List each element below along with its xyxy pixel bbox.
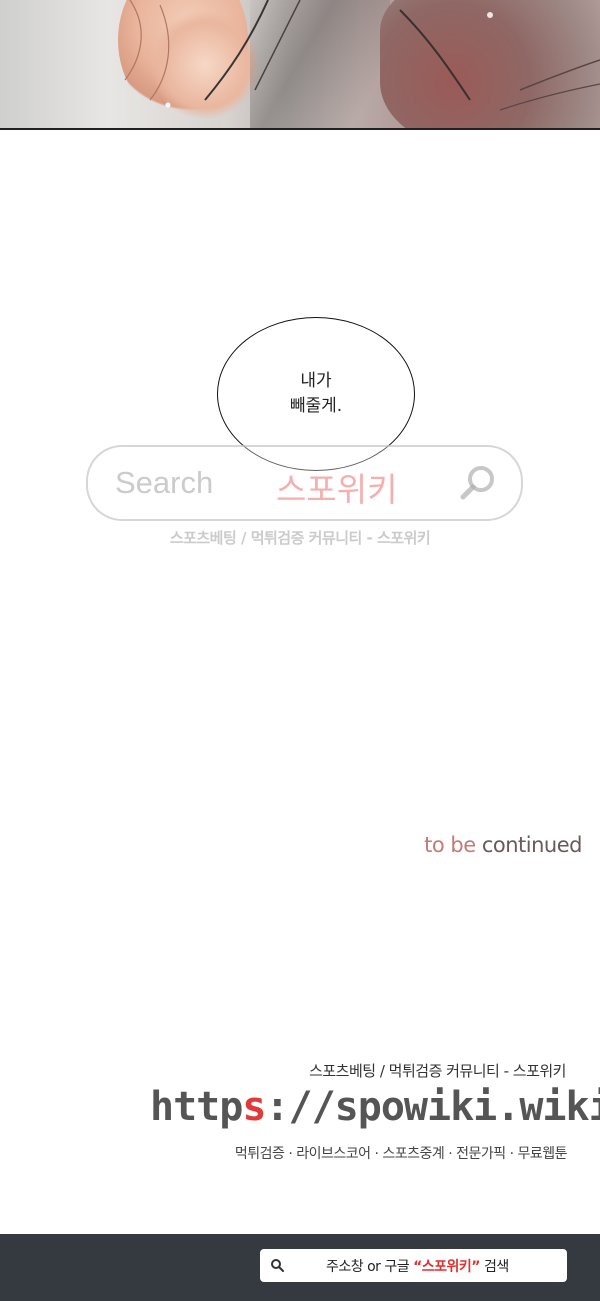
- url-highlight: s: [242, 1084, 266, 1130]
- bottom-text-after: 검색: [480, 1258, 509, 1275]
- bottom-search-box[interactable]: 주소창 or 구글 “스포위키” 검색: [260, 1249, 567, 1282]
- bubble-line-2: 빼줄게.: [289, 396, 343, 416]
- bubble-line-1: 내가: [300, 371, 332, 391]
- url-prefix: http: [150, 1084, 243, 1130]
- url-rest: ://spowiki.wiki: [265, 1084, 600, 1130]
- footer-url: https://spowiki.wiki: [150, 1084, 600, 1130]
- search-icon: [271, 1258, 284, 1272]
- bottom-text-before: 주소창 or 구글: [326, 1258, 414, 1275]
- search-icon: [460, 466, 494, 500]
- watermark-search-box: Search 스포위키: [86, 445, 523, 521]
- footer-tagline: 스포츠베팅 / 먹튀검증 커뮤니티 - 스포위키: [309, 1062, 566, 1080]
- search-brand-text: 스포위키: [276, 470, 398, 509]
- comic-artwork-panel: [0, 0, 600, 130]
- tbc-suffix: continued: [481, 833, 583, 857]
- tbc-prefix: to be: [424, 833, 482, 857]
- footer-services: 먹튀검증 · 라이브스코어 · 스포츠중계 · 전문가픽 · 무료웹툰: [234, 1146, 568, 1162]
- watermark-caption: 스포츠베팅 / 먹튀검증 커뮤니티 - 스포위키: [169, 529, 431, 547]
- search-placeholder: Search: [115, 465, 214, 500]
- bottom-search-text: 주소창 or 구글 “스포위키” 검색: [326, 1256, 509, 1276]
- artwork-lines: [124, 0, 600, 111]
- bottom-text-quoted: “스포위키”: [413, 1258, 481, 1275]
- panel-border: [0, 128, 600, 130]
- to-be-continued-text: to be continued: [400, 833, 582, 857]
- bottom-bar: 주소창 or 구글 “스포위키” 검색: [0, 1234, 600, 1301]
